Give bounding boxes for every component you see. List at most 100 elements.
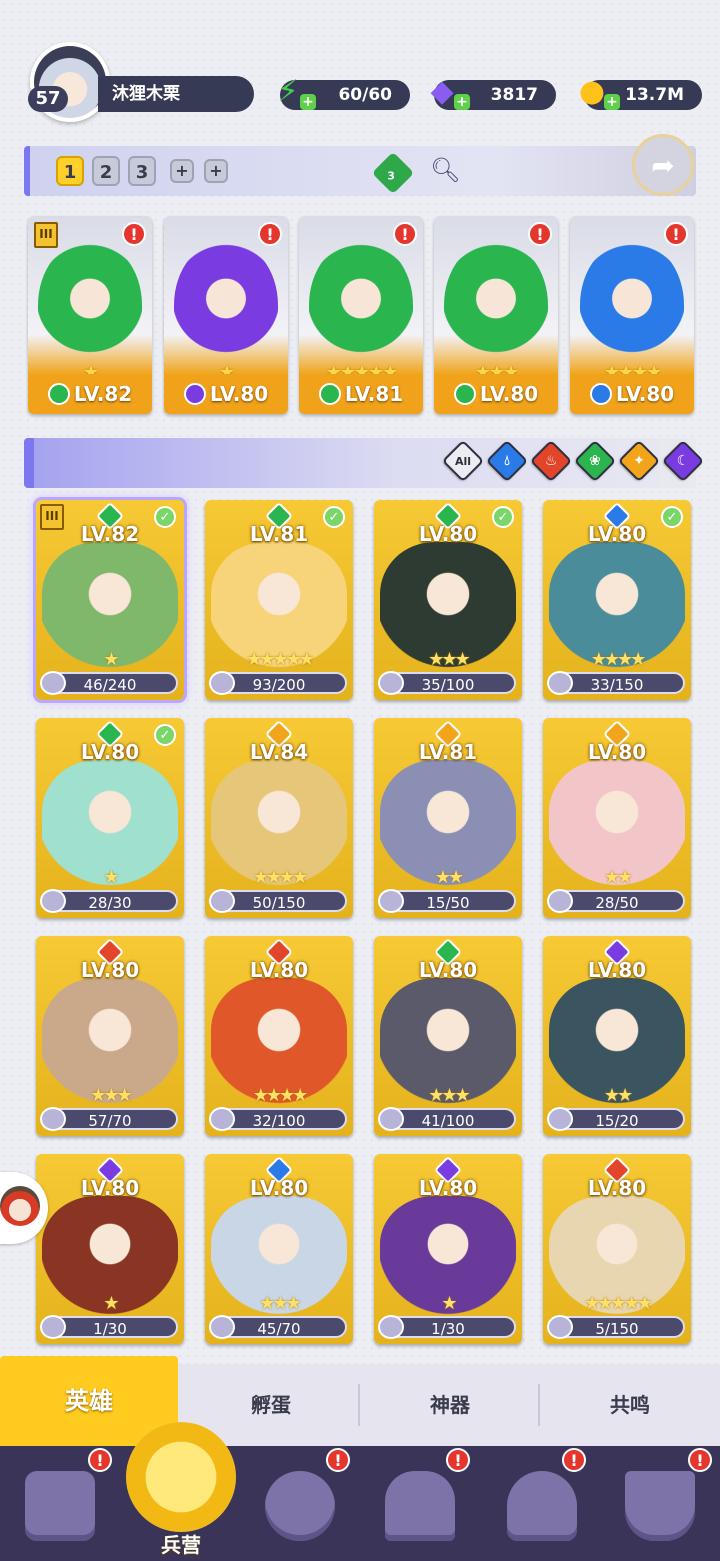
element-filter-bar: All 💧︎ ♨ ❀ ✦ ☾ xyxy=(24,438,705,488)
flame-icon: ♨ xyxy=(544,453,558,469)
soul-shard-icon xyxy=(209,671,235,695)
gold-counter[interactable]: ● + 13.7M xyxy=(579,77,702,110)
nature-element-icon xyxy=(47,383,70,405)
nature-gem-icon[interactable]: 3 xyxy=(371,151,415,195)
team-hero-card[interactable]: ★★★ LV.80! xyxy=(434,216,558,414)
add-team-icon[interactable]: + xyxy=(170,159,194,183)
hero-card[interactable]: LV.80 ★ 28/30 ✓ xyxy=(36,718,184,918)
hero-level: LV.84 xyxy=(249,740,309,764)
hero-card[interactable]: LV.80 ★★★★ 32/100 xyxy=(205,936,353,1136)
star-rating: ★★ xyxy=(603,867,633,888)
star-rating: ★★★ xyxy=(428,649,470,670)
team-tab-1[interactable]: 1 xyxy=(56,156,84,186)
shard-progress: 15/20 xyxy=(547,1107,685,1131)
soul-shard-icon xyxy=(40,1107,66,1131)
hero-level: LV.80 xyxy=(418,958,478,982)
shard-progress: 33/150 xyxy=(547,671,685,695)
hero-card[interactable]: LV.80 ★★★ 57/70 xyxy=(36,936,184,1136)
star-rating: ★★★★★ xyxy=(584,1293,653,1314)
hero-card[interactable]: LV.81 ★★★★★ 93/200 ✓ xyxy=(205,500,353,700)
sparkle-icon: ✦ xyxy=(633,453,645,469)
hero-card[interactable]: LV.80 ★★ 28/50 xyxy=(543,718,691,918)
hero-card[interactable]: LV.80 ★★★★ 33/150 ✓ xyxy=(543,500,691,700)
hero-card[interactable]: LV.80 ★★★★★ 5/150 xyxy=(543,1154,691,1344)
team-hero-card[interactable]: ★★★★ LV.80! xyxy=(570,216,694,414)
shard-progress-text: 15/20 xyxy=(595,1112,639,1130)
shard-progress: 35/100 xyxy=(378,671,516,695)
nav-cards[interactable]: ! xyxy=(12,1448,112,1554)
nature-element-icon xyxy=(318,383,341,405)
shard-progress: 41/100 xyxy=(378,1107,516,1131)
nav-book[interactable]: ! xyxy=(252,1448,350,1554)
soul-shard-icon xyxy=(547,1107,573,1131)
filter-shadow-button[interactable]: ☾ xyxy=(661,439,705,483)
hero-level-text: LV.82 xyxy=(73,382,133,406)
hero-card[interactable]: LV.80 ★★★ 41/100 xyxy=(374,936,522,1136)
team-hero-card[interactable]: ★ LV.80! xyxy=(164,216,288,414)
alert-icon: ! xyxy=(446,1448,470,1472)
tab-artifacts[interactable]: 神器 xyxy=(360,1364,540,1446)
tab-resonance[interactable]: 共鸣 xyxy=(540,1364,720,1446)
add-gems-icon[interactable]: + xyxy=(454,94,470,110)
energy-counter[interactable]: ⚡ + 60/60 xyxy=(277,77,410,110)
team-hero-card[interactable]: ★★★★★ LV.81! xyxy=(299,216,423,414)
nav-barracks[interactable]: 兵营 xyxy=(126,1422,236,1561)
filter-nature-button[interactable]: ❀ xyxy=(573,439,617,483)
filter-all-label: All xyxy=(454,454,472,468)
nav-guild[interactable]: ! xyxy=(612,1448,712,1554)
shard-progress: 93/200 xyxy=(209,671,347,695)
add-team-icon-2[interactable]: + xyxy=(204,159,228,183)
soul-shard-icon xyxy=(40,889,66,913)
team-tab-3[interactable]: 3 xyxy=(128,156,156,186)
filter-all-button[interactable]: All xyxy=(441,439,485,483)
filter-water-button[interactable]: 💧︎ xyxy=(485,439,529,483)
share-button[interactable]: ➦ xyxy=(632,134,694,196)
filter-light-button[interactable]: ✦ xyxy=(617,439,661,483)
add-gold-icon[interactable]: + xyxy=(604,94,620,110)
alert-icon: ! xyxy=(88,1448,112,1472)
soul-shard-icon xyxy=(209,1315,235,1339)
hero-card[interactable]: LV.84 ★★★★ 50/150 xyxy=(205,718,353,918)
hero-card[interactable]: LV.80 ★ 1/30 xyxy=(374,1154,522,1344)
soul-shard-icon xyxy=(547,889,573,913)
alert-icon: ! xyxy=(664,222,688,246)
checkmark-icon: ✓ xyxy=(323,506,345,528)
soul-shard-icon xyxy=(209,889,235,913)
water-element-icon xyxy=(589,383,612,405)
star-rating: ★★★★★ xyxy=(246,649,315,670)
nav-mushroom[interactable]: ! xyxy=(494,1448,590,1554)
hero-card[interactable]: LV.80 ★★ 15/20 xyxy=(543,936,691,1136)
hero-card[interactable]: LV.80 ★ 1/30 xyxy=(36,1154,184,1344)
hero-card[interactable]: LV.82 ★ 46/240 ✓ III xyxy=(36,500,184,700)
player-level-badge: 57 xyxy=(28,86,68,112)
shard-progress-text: 28/30 xyxy=(88,894,132,912)
star-rating: ★★★★ xyxy=(590,649,647,670)
alert-icon: ! xyxy=(528,222,552,246)
star-rating: ★★ xyxy=(603,1085,633,1106)
gem-value: 3817 xyxy=(490,85,538,105)
helper-face xyxy=(0,1186,40,1226)
crescent-moon-icon: ☾ xyxy=(676,453,690,469)
add-energy-icon[interactable]: + xyxy=(300,94,316,110)
star-rating: ★★★ xyxy=(90,1085,132,1106)
soul-shard-icon xyxy=(547,671,573,695)
hero-level: LV.80 xyxy=(418,1176,478,1200)
gem-counter[interactable]: ◆ + 3817 xyxy=(430,77,556,110)
hero-card[interactable]: LV.81 ★★ 15/50 xyxy=(374,718,522,918)
hero-card[interactable]: LV.80 ★★★ 45/70 xyxy=(205,1154,353,1344)
team-tab-2[interactable]: 2 xyxy=(92,156,120,186)
nav-barracks-label: 兵营 xyxy=(161,1533,201,1557)
filter-fire-button[interactable]: ♨ xyxy=(529,439,573,483)
hero-level: LV.81 xyxy=(299,374,423,414)
shard-progress-text: 50/150 xyxy=(252,894,306,912)
alert-icon: ! xyxy=(562,1448,586,1472)
shard-progress: 1/30 xyxy=(378,1315,516,1339)
shard-progress: 28/50 xyxy=(547,889,685,913)
shard-progress: 45/70 xyxy=(209,1315,347,1339)
hero-card[interactable]: LV.80 ★★★ 35/100 ✓ xyxy=(374,500,522,700)
magnifier-icon[interactable]: 🔍︎ xyxy=(430,156,460,184)
player-name[interactable]: 沐狸木栗 xyxy=(98,76,254,112)
team-hero-card[interactable]: ★ LV.82! III xyxy=(28,216,152,414)
soul-shard-icon xyxy=(378,1107,404,1131)
nav-temple[interactable]: ! xyxy=(372,1448,470,1554)
